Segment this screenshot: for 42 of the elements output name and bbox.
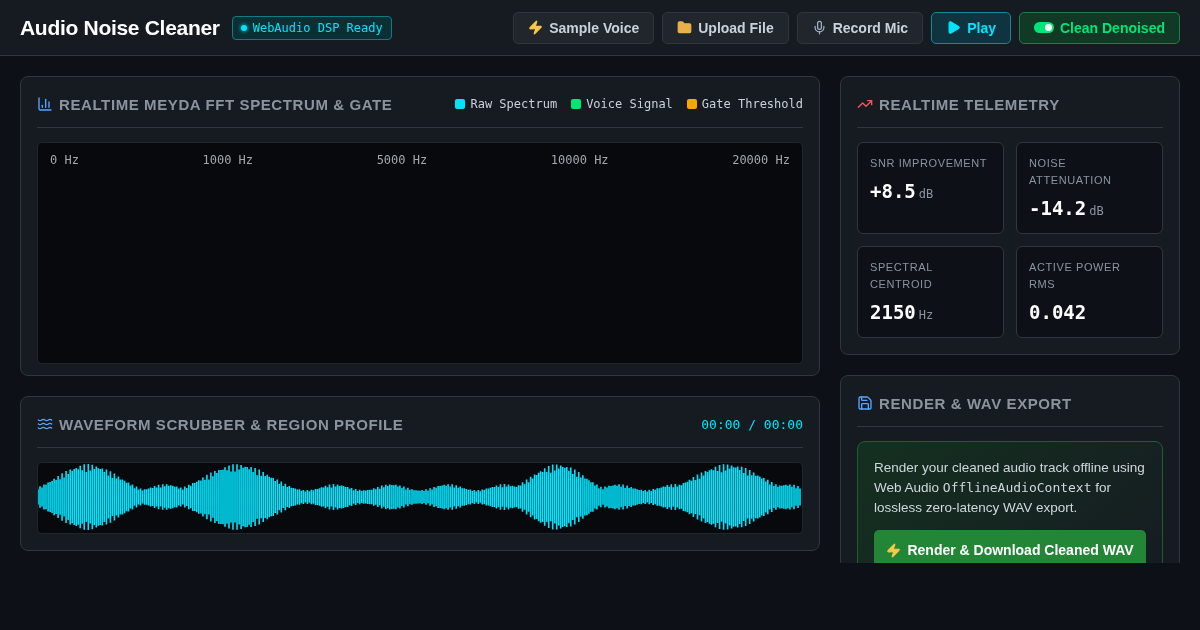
metric-unit: Hz [918,308,934,322]
frequency-label: 10000 Hz [550,153,609,167]
time-readout: 00:00 / 00:00 [701,416,803,432]
metric-label: SPECTRAL CENTROID [870,260,934,292]
card-title: WAVEFORM SCRUBBER & REGION PROFILE [37,415,404,433]
frequency-label: 20000 Hz [732,153,790,167]
render-download-button[interactable]: Render & Download Cleaned WAV [874,530,1146,563]
frequency-label: 5000 Hz [376,153,428,167]
legend-item: Voice Signal [571,97,673,111]
card-title: REALTIME MEYDA FFT SPECTRUM & GATE [37,95,393,113]
wave-icon [37,416,53,432]
microphone-icon [811,20,827,35]
frequency-label: 0 Hz [50,153,79,167]
metric-label: NOISE ATTENUATION [1029,156,1113,188]
header-button[interactable]: Record Mic [796,11,924,44]
play-button[interactable]: Play [931,11,1011,44]
clean-toggle-button[interactable]: Clean Denoised [1018,11,1180,44]
metric-value: 0.042 [1029,301,1087,323]
card-title: REALTIME TELEMETRY [857,95,1060,113]
header-button[interactable]: Sample Voice [513,11,655,44]
metric-unit: dB [1089,204,1104,218]
metric-unit: dB [918,187,934,201]
legend-item: Gate Threshold [686,97,803,111]
metric-label: ACTIVE POWER RMS [1029,260,1122,292]
card-title: RENDER & WAV EXPORT [857,394,1072,412]
lightning-icon [886,542,902,558]
folder-icon [677,20,693,35]
export-description: Render your cleaned audio track offline using Web Audio OfflineAudioContext for lossless zero-latency WAV export. [874,459,1146,517]
lightning-icon [528,20,544,35]
metric-value: +8.5 [870,180,916,202]
frequency-label: 1000 Hz [202,153,254,167]
header-button[interactable]: Upload File [662,11,789,44]
metric-value: -14.2 [1029,197,1087,219]
metric-value: 2150 [870,301,916,323]
status-dot-icon [240,24,247,31]
play-icon [946,20,962,35]
status-text: WebAudio DSP Ready [252,20,383,35]
legend-item: Raw Spectrum [455,97,558,111]
bar-chart-icon [37,96,53,112]
metric-label: SNR IMPROVEMENT [870,156,989,171]
app-title: Audio Noise Cleaner [20,15,220,40]
switch-icon [1033,22,1054,33]
